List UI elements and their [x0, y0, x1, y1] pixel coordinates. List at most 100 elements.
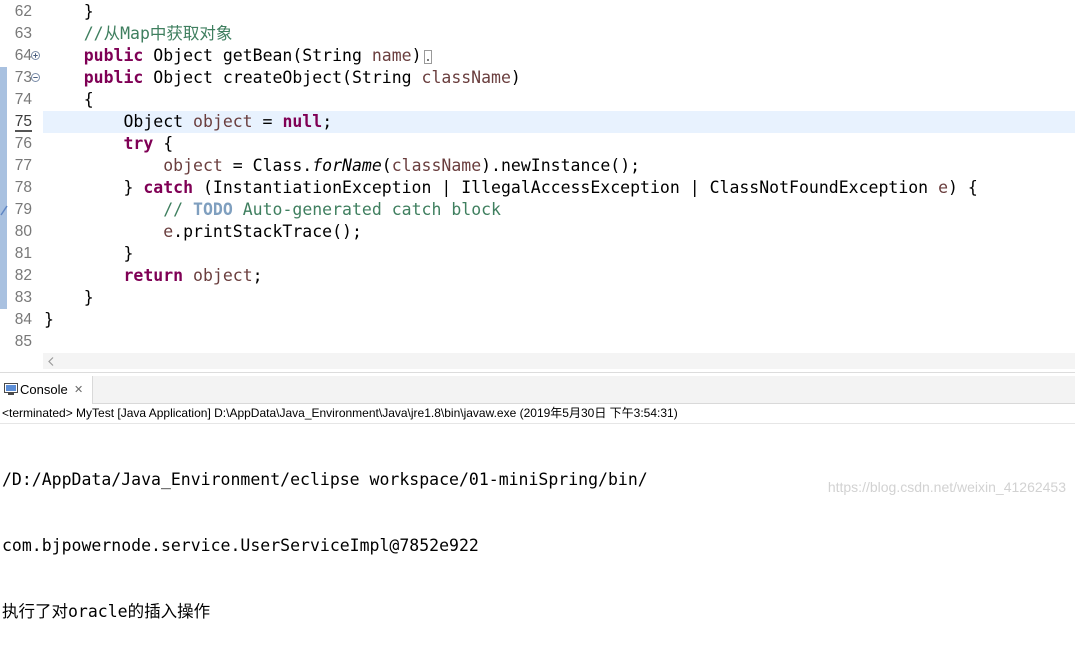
code-line-62[interactable]: 62 }	[0, 1, 1075, 23]
horizontal-scrollbar[interactable]	[43, 353, 1075, 369]
line-number: 62	[0, 1, 32, 23]
code-line-82[interactable]: 82 return object;	[0, 265, 1075, 287]
code-text[interactable]: Object object = null;	[43, 111, 1075, 133]
line-number: 82	[0, 265, 32, 287]
code-line-77[interactable]: 77 object = Class.forName(className).new…	[0, 155, 1075, 177]
keyword-token: public	[83, 68, 144, 87]
code-text[interactable]: }	[43, 309, 1075, 331]
code-text[interactable]: } catch (InstantiationException | Illega…	[43, 177, 1075, 199]
code-text[interactable]: public Object createObject(String classN…	[43, 67, 1075, 89]
code-line-83[interactable]: 83 }	[0, 287, 1075, 309]
code-token: }	[44, 178, 144, 197]
line-number: 63	[0, 23, 32, 45]
code-text[interactable]: try {	[43, 133, 1075, 155]
line-number-text: 62	[14, 3, 32, 20]
code-line-74[interactable]: 74 {	[0, 89, 1075, 111]
line-number-text: 82	[14, 267, 32, 284]
scroll-left-icon[interactable]	[47, 357, 55, 366]
code-line-78[interactable]: 78 } catch (InstantiationException | Ill…	[0, 177, 1075, 199]
line-number: 73	[0, 67, 32, 89]
variable-token: className	[421, 68, 511, 87]
code-text[interactable]: //从Map中获取对象	[43, 23, 1075, 45]
code-token: ;	[252, 266, 263, 285]
comment-token: Auto-generated catch block	[232, 200, 501, 219]
line-number-text: 80	[14, 223, 32, 240]
code-text[interactable]: return object;	[43, 265, 1075, 287]
code-text[interactable]: }	[43, 1, 1075, 23]
code-line-63[interactable]: 63 //从Map中获取对象	[0, 23, 1075, 45]
line-number-text: 75	[14, 113, 32, 132]
line-number: 81	[0, 243, 32, 265]
code-line-75[interactable]: 75 Object object = null;	[0, 111, 1075, 133]
code-line-84[interactable]: 84}	[0, 309, 1075, 331]
code-token: {	[44, 90, 94, 109]
code-text[interactable]: e.printStackTrace();	[43, 221, 1075, 243]
code-token: Object	[44, 112, 194, 131]
keyword-token: try	[123, 134, 154, 153]
variable-token: e	[938, 178, 948, 197]
code-token: ;	[322, 112, 333, 131]
line-number: 79	[0, 199, 32, 221]
line-number: 84	[0, 309, 32, 331]
comment-token: //从Map中获取对象	[83, 24, 233, 43]
line-number: 77	[0, 155, 32, 177]
code-token: )	[510, 68, 521, 87]
folded-code-marker[interactable]	[423, 50, 432, 64]
comment-token: //	[163, 200, 194, 219]
code-text[interactable]: public Object getBean(String name)	[43, 45, 1075, 67]
code-text[interactable]: object = Class.forName(className).newIns…	[43, 155, 1075, 177]
line-number: 83	[0, 287, 32, 309]
fold-collapse-icon[interactable]	[31, 73, 40, 82]
console-output[interactable]: /D:/AppData/Java_Environment/eclipse wor…	[2, 425, 1075, 645]
tab-console[interactable]: Console ✕	[0, 376, 93, 404]
code-text[interactable]: {	[43, 89, 1075, 111]
line-number: 80	[0, 221, 32, 243]
code-token: }	[44, 288, 94, 307]
line-number: 64	[0, 45, 32, 67]
code-line-81[interactable]: 81 }	[0, 243, 1075, 265]
code-token: )	[411, 46, 422, 65]
keyword-token: catch	[143, 178, 194, 197]
code-line-79[interactable]: 79 // TODO Auto-generated catch block	[0, 199, 1075, 221]
code-line-64[interactable]: 64 public Object getBean(String name)	[0, 45, 1075, 67]
line-number: 78	[0, 177, 32, 199]
code-token: = Class.	[222, 156, 313, 175]
console-tab-bar: Console ✕	[0, 376, 1075, 404]
line-number-text: 79	[14, 201, 32, 218]
line-number-text: 84	[14, 311, 32, 328]
line-number-text: 83	[14, 289, 32, 306]
java-editor[interactable]: 62 } 63 //从Map中获取对象 64 public Object getBe…	[0, 0, 1075, 352]
code-line-80[interactable]: 80 e.printStackTrace();	[0, 221, 1075, 243]
code-token: }	[44, 2, 94, 21]
variable-token: className	[391, 156, 482, 175]
code-token: (InstantiationException | IllegalAccessE…	[193, 178, 939, 197]
code-token: Object createObject(String	[143, 68, 422, 87]
console-process-status: <terminated> MyTest [Java Application] D…	[0, 404, 1075, 424]
code-text[interactable]: // TODO Auto-generated catch block	[43, 199, 1075, 221]
code-text[interactable]: }	[43, 287, 1075, 309]
code-line-73[interactable]: 73 public Object createObject(String cla…	[0, 67, 1075, 89]
line-number-text: 64	[14, 47, 32, 64]
variable-token: name	[371, 46, 412, 65]
code-text[interactable]: }	[43, 243, 1075, 265]
close-icon[interactable]: ✕	[74, 376, 83, 404]
code-token: ).newInstance();	[481, 156, 641, 175]
watermark: https://blog.csdn.net/weixin_41262453	[827, 479, 1066, 495]
line-number: 76	[0, 133, 32, 155]
code-token: }	[44, 310, 54, 329]
code-token: Object getBean(String	[143, 46, 372, 65]
fold-expand-icon[interactable]	[31, 51, 40, 60]
line-number: 74	[0, 89, 32, 111]
code-line-85[interactable]: 85	[0, 331, 1075, 352]
code-text[interactable]	[43, 331, 1075, 352]
keyword-token: null	[282, 112, 323, 131]
code-line-76[interactable]: 76 try {	[0, 133, 1075, 155]
keyword-token: public	[83, 46, 144, 65]
